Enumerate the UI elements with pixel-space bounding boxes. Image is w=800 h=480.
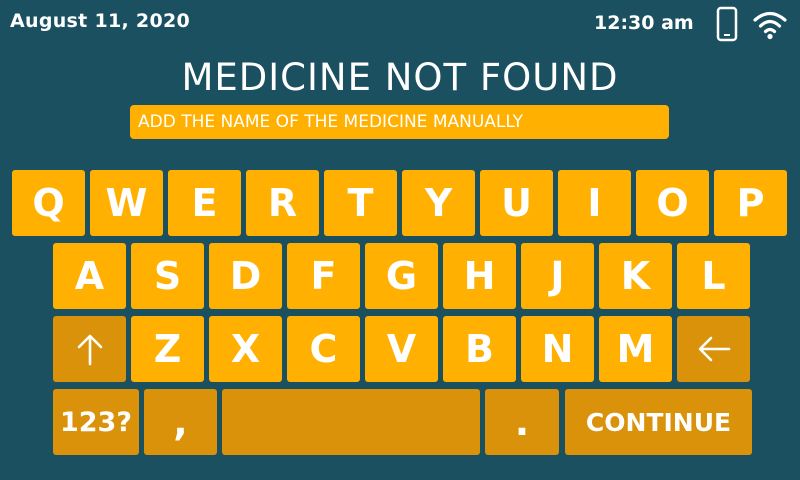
key-t[interactable]: T xyxy=(324,170,397,236)
key-p[interactable]: P xyxy=(714,170,787,236)
wifi-icon xyxy=(753,11,787,40)
period-key[interactable]: . xyxy=(485,389,559,455)
key-g[interactable]: G xyxy=(365,243,438,309)
key-v[interactable]: V xyxy=(365,316,438,382)
status-time: 12:30 am xyxy=(594,12,694,34)
continue-button[interactable]: CONTINUE xyxy=(565,389,752,455)
key-n[interactable]: N xyxy=(521,316,594,382)
key-a[interactable]: A xyxy=(53,243,126,309)
key-d[interactable]: D xyxy=(209,243,282,309)
page-title: MEDICINE NOT FOUND xyxy=(181,56,619,99)
key-u[interactable]: U xyxy=(480,170,553,236)
key-q[interactable]: Q xyxy=(12,170,85,236)
key-r[interactable]: R xyxy=(246,170,319,236)
comma-key[interactable]: , xyxy=(144,389,217,455)
key-f[interactable]: F xyxy=(287,243,360,309)
arrow-left-icon xyxy=(698,336,730,362)
key-k[interactable]: K xyxy=(599,243,672,309)
status-date: August 11, 2020 xyxy=(10,10,191,32)
key-i[interactable]: I xyxy=(558,170,631,236)
key-z[interactable]: Z xyxy=(131,316,204,382)
key-o[interactable]: O xyxy=(636,170,709,236)
key-w[interactable]: W xyxy=(90,170,163,236)
phone-icon xyxy=(716,6,738,42)
key-b[interactable]: B xyxy=(443,316,516,382)
key-h[interactable]: H xyxy=(443,243,516,309)
medicine-name-input[interactable] xyxy=(130,105,669,139)
numbers-button[interactable]: 123? xyxy=(53,389,139,455)
key-l[interactable]: L xyxy=(677,243,750,309)
shift-button[interactable] xyxy=(53,316,126,382)
arrow-up-icon xyxy=(77,334,102,366)
backspace-button[interactable] xyxy=(677,316,750,382)
key-x[interactable]: X xyxy=(209,316,282,382)
key-c[interactable]: C xyxy=(287,316,360,382)
key-e[interactable]: E xyxy=(168,170,241,236)
key-y[interactable]: Y xyxy=(402,170,475,236)
key-s[interactable]: S xyxy=(131,243,204,309)
space-bar[interactable] xyxy=(222,389,480,455)
key-m[interactable]: M xyxy=(599,316,672,382)
key-j[interactable]: J xyxy=(521,243,594,309)
